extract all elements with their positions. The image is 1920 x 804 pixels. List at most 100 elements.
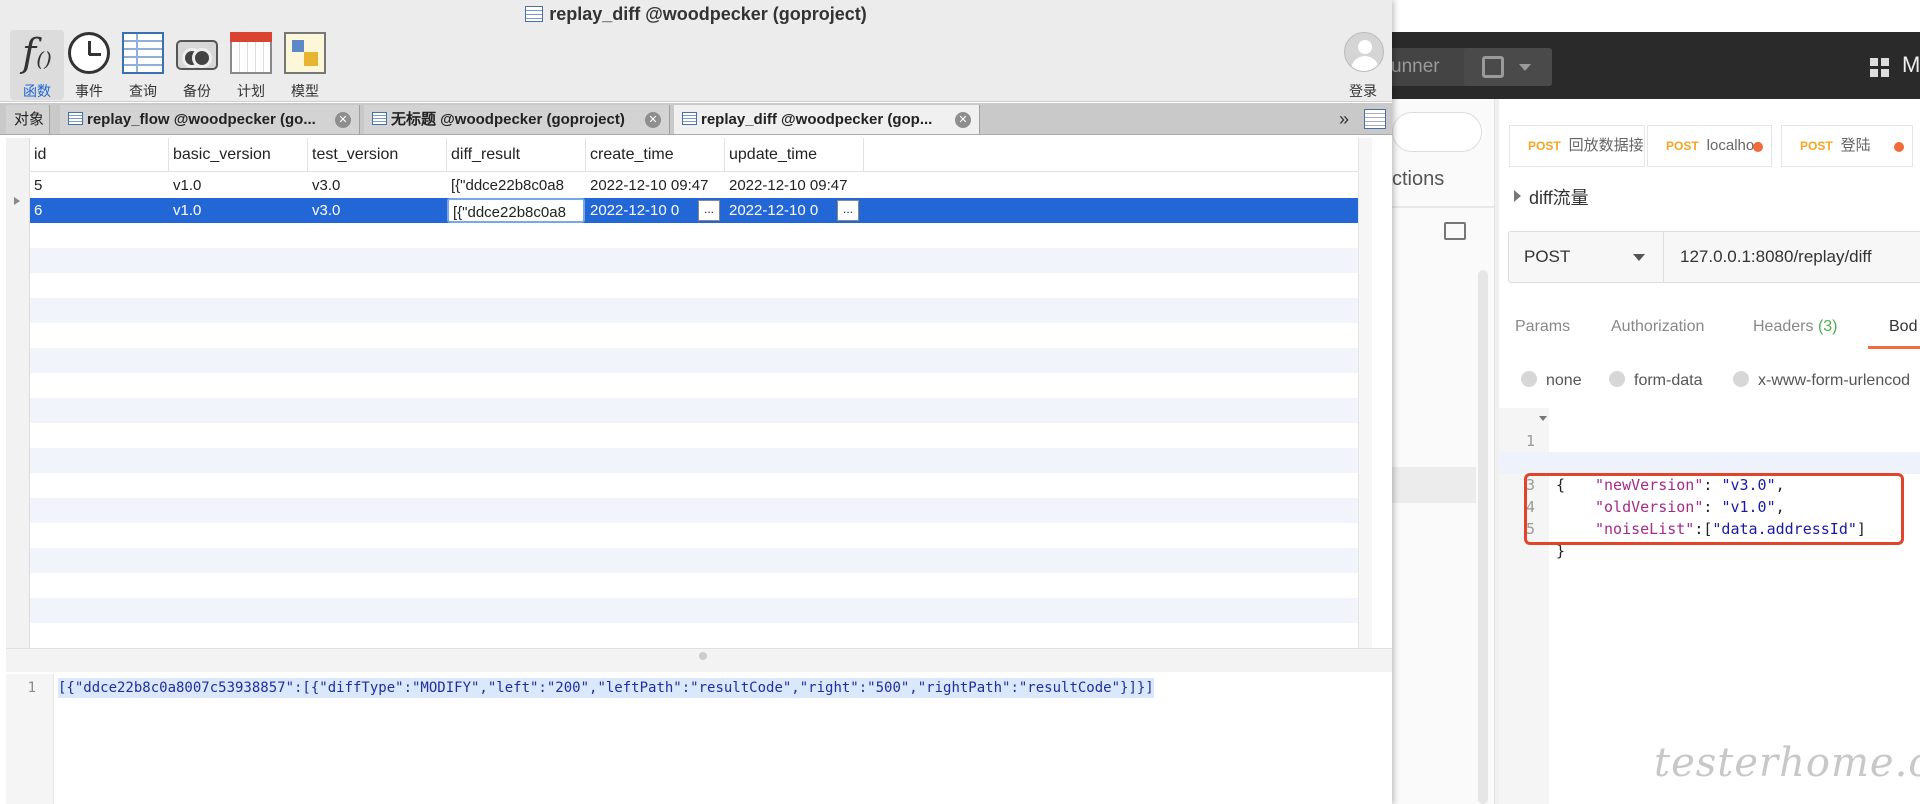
- request-tab-name: 登陆: [1840, 137, 1871, 154]
- empty-row: [30, 473, 1372, 498]
- fold-arrow-icon[interactable]: [1539, 416, 1547, 421]
- cell-expand-button[interactable]: ...: [698, 200, 720, 221]
- toolbar-model-button[interactable]: 模型: [278, 30, 332, 100]
- toolbar-event-button[interactable]: 事件: [62, 30, 116, 100]
- tab-replay-diff[interactable]: replay_diff @woodpecker (gop... ✕: [674, 105, 980, 134]
- table-row[interactable]: 5 v1.0 v3.0 [{"ddce22b8c0a8 2022-12-10 0…: [30, 173, 1372, 198]
- apps-grid-icon[interactable]: [1870, 58, 1890, 78]
- tab-authorization[interactable]: Authorization: [1611, 318, 1704, 336]
- column-header-test-version[interactable]: test_version: [308, 138, 447, 172]
- column-header-update-time[interactable]: update_time: [725, 138, 864, 172]
- toolbar-label: 模型: [291, 83, 319, 99]
- query-table-icon: [122, 32, 164, 74]
- cell-test-version[interactable]: v3.0: [308, 173, 447, 198]
- radio-form-data[interactable]: form-data: [1609, 371, 1702, 390]
- empty-row: [30, 348, 1372, 373]
- cell-diff-result-editing[interactable]: [{"ddce22b8c0a8: [447, 198, 585, 223]
- grid-header: id basic_version test_version diff_resul…: [30, 138, 1372, 172]
- sidebar-scrollbar[interactable]: [1478, 270, 1488, 804]
- cell-basic-version[interactable]: v1.0: [169, 173, 308, 198]
- column-header-basic-version[interactable]: basic_version: [169, 138, 308, 172]
- line-number: 1: [27, 680, 36, 696]
- cell-diff-result[interactable]: [{"ddce22b8c0a8: [447, 173, 586, 198]
- backup-tape-icon: [176, 40, 218, 70]
- empty-row: [30, 273, 1372, 298]
- tab-params[interactable]: Params: [1515, 318, 1570, 336]
- empty-row: [30, 448, 1372, 473]
- toolbar-function-button[interactable]: f() 函数: [10, 30, 64, 100]
- cell-id[interactable]: 5: [30, 173, 169, 198]
- column-header-diff-result[interactable]: diff_result: [447, 138, 586, 172]
- more-tabs-icon[interactable]: »: [1330, 105, 1358, 134]
- tab-untitled[interactable]: 无标题 @woodpecker (goproject) ✕: [364, 105, 670, 134]
- caret-right-icon: [1514, 190, 1521, 202]
- request-tab[interactable]: POST 登陆: [1781, 125, 1913, 167]
- close-icon[interactable]: ✕: [645, 112, 661, 128]
- tab-body[interactable]: Bod: [1889, 318, 1917, 336]
- annotation-highlight-box: [1524, 473, 1904, 545]
- grid-scrollbar[interactable]: [1358, 138, 1372, 648]
- text-viewer-panel[interactable]: 1 [{"ddce22b8c0a8007c53938857":[{"diffTy…: [6, 674, 1392, 804]
- radio-urlencoded[interactable]: x-www-form-urlencod: [1733, 371, 1910, 390]
- toolbar-query-button[interactable]: 查询: [116, 30, 170, 100]
- request-tab-method: POST: [1528, 139, 1561, 153]
- cell-test-version[interactable]: v3.0: [308, 198, 447, 223]
- column-header-create-time[interactable]: create_time: [586, 138, 725, 172]
- radio-circle-icon: [1733, 371, 1749, 387]
- tab-label: replay_diff @woodpecker (gop...: [701, 111, 933, 128]
- sidebar-search-input[interactable]: [1392, 112, 1482, 152]
- request-tabs: POST 回放数据接 POST localhos POST 登陆: [1499, 99, 1920, 179]
- cell-basic-version[interactable]: v1.0: [169, 198, 308, 223]
- close-icon[interactable]: ✕: [955, 112, 971, 128]
- request-tab[interactable]: POST 回放数据接: [1509, 125, 1645, 167]
- column-header-id[interactable]: id: [30, 138, 169, 172]
- tab-replay-flow[interactable]: replay_flow @woodpecker (go... ✕: [60, 105, 360, 134]
- body-type-options: none form-data x-www-form-urlencod: [1499, 365, 1920, 399]
- sidebar-selected-item[interactable]: [1392, 467, 1476, 503]
- tab-headers[interactable]: Headers (3): [1753, 318, 1838, 336]
- table-icon: [68, 112, 83, 125]
- tab-label: replay_flow @woodpecker (go...: [87, 111, 316, 128]
- diff-result-text[interactable]: [{"ddce22b8c0a8007c53938857":[{"diffType…: [58, 678, 1154, 698]
- radio-label: none: [1546, 372, 1582, 389]
- splitter-grip-icon[interactable]: [699, 652, 707, 660]
- table-row-selected[interactable]: 6 v1.0 v3.0 [{"ddce22b8c0a8 2022-12-10 0…: [30, 198, 1372, 223]
- main-toolbar: f() 函数 事件 查询 备份 计划 模型: [0, 28, 1392, 102]
- function-icon: f(): [22, 31, 52, 75]
- empty-row: [30, 498, 1372, 523]
- radio-label: x-www-form-urlencod: [1758, 372, 1911, 389]
- tab-objects[interactable]: 对象: [6, 105, 50, 134]
- chevron-down-icon: [1633, 254, 1645, 261]
- toolbar-backup-button[interactable]: 备份: [170, 30, 224, 100]
- request-tab-method: POST: [1800, 139, 1833, 153]
- unsaved-dot-icon: [1894, 142, 1904, 152]
- request-tab-method: POST: [1666, 139, 1699, 153]
- method-value: POST: [1524, 247, 1571, 266]
- request-name[interactable]: diff流量: [1514, 184, 1589, 210]
- new-item-button[interactable]: [1464, 48, 1552, 86]
- empty-row: [30, 398, 1372, 423]
- cell-update-time[interactable]: 2022-12-10 09:47: [725, 173, 864, 198]
- toolbar-schedule-button[interactable]: 计划: [224, 30, 278, 100]
- tab-label: 无标题 @woodpecker (goproject): [391, 111, 625, 128]
- panel-splitter[interactable]: [6, 648, 1392, 672]
- workspace-label[interactable]: M: [1902, 52, 1920, 78]
- window-title-text: replay_diff @woodpecker (goproject): [549, 4, 867, 24]
- empty-row: [30, 223, 1372, 248]
- url-input[interactable]: 127.0.0.1:8080/replay/diff: [1663, 231, 1920, 283]
- close-icon[interactable]: ✕: [335, 112, 351, 128]
- cell-expand-button[interactable]: ...: [837, 200, 859, 221]
- cell-id[interactable]: 6: [30, 198, 169, 223]
- new-collection-icon[interactable]: [1444, 222, 1466, 240]
- database-client-window: replay_diff @woodpecker (goproject) f() …: [0, 0, 1392, 804]
- request-tab[interactable]: POST localhos: [1647, 125, 1772, 167]
- unsaved-dot-icon: [1753, 142, 1763, 152]
- collections-tab[interactable]: ctions: [1392, 168, 1444, 191]
- login-button[interactable]: 登录: [1336, 30, 1390, 100]
- toolbar-label: 计划: [237, 83, 265, 99]
- cell-create-time[interactable]: 2022-12-10 09:47: [586, 173, 725, 198]
- collections-divider: [1392, 206, 1495, 208]
- new-tab-icon[interactable]: [1364, 109, 1386, 129]
- method-select[interactable]: POST: [1508, 231, 1664, 283]
- radio-none[interactable]: none: [1521, 371, 1582, 390]
